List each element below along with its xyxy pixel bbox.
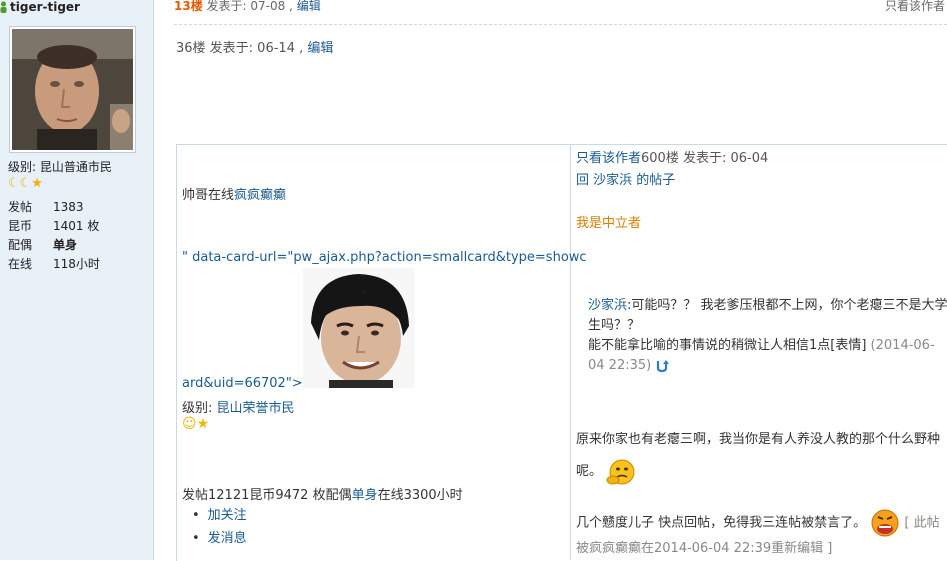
author-level: 级别: 昆山普通市民 — [8, 160, 112, 174]
user-link[interactable]: 疯疯癫癫 — [234, 188, 286, 203]
send-message-button[interactable]: 发消息 — [208, 531, 247, 546]
quoted-user-level: 级别: 昆山荣誉市民 — [182, 401, 295, 416]
reply-to-link[interactable]: 回 沙家浜 的帖子 — [576, 169, 675, 188]
follow-item: 加关注 — [192, 504, 247, 527]
level-smile-star-icons: ☺★ — [182, 416, 210, 432]
quote-block: 沙家浜:可能吗？？ 我老爹压根都不上网，你个老瘪三不是大学生吗？？ 能不能拿比喻… — [588, 298, 947, 373]
follow-button[interactable]: 加关注 — [208, 508, 247, 523]
floor-number[interactable]: 13楼 — [174, 0, 203, 13]
floor-36-header: 36楼 发表于: 06-14 , 编辑 — [176, 41, 334, 56]
user-photo[interactable] — [303, 268, 415, 388]
quoted-user-stats: 发帖12121昆币9472 枚配偶单身在线3300小时 — [182, 488, 463, 503]
online-status: 帅哥在线疯疯癫癫 — [182, 188, 287, 203]
broken-card-attr-end[interactable]: ard&uid=66702"> — [182, 376, 303, 391]
edit-link[interactable]: 编辑 — [297, 0, 321, 13]
stat-spouse: 配偶 单身 — [8, 238, 78, 252]
level-moon-star-icons: ☾☾★ — [8, 176, 43, 191]
author-username[interactable]: tiger-tiger — [10, 0, 80, 14]
jump-to-post-icon[interactable] — [655, 359, 670, 373]
post-divider — [174, 24, 947, 25]
only-author-link[interactable]: 只看该作者 — [885, 0, 945, 14]
angry-emoji-icon — [871, 509, 899, 537]
broken-card-attr[interactable]: " data-card-url="pw_ajax.php?action=smal… — [182, 250, 587, 265]
post-meta: 只看该作者600楼 发表于: 06-04 — [576, 151, 769, 166]
neutral-text: 我是中立者 — [576, 216, 642, 231]
author-sidebar: tiger-tiger 级别: 昆山普通市民 ☾☾★ 发帖 1383 昆币 140 — [0, 0, 154, 560]
reply-text: 几个戆度儿子 快点回帖，免得我三连帖被禁言了。 [ 此帖被疯疯癫癫在2014-0… — [576, 508, 947, 560]
thinking-emoji-icon — [606, 459, 635, 484]
spouse-link[interactable]: 单身 — [352, 488, 378, 503]
user-actions: 加关注 发消息 — [192, 504, 247, 550]
level-link[interactable]: 昆山荣誉市民 — [217, 401, 295, 416]
user-online-icon — [0, 1, 7, 13]
stat-coins: 昆币 1401 枚 — [8, 219, 100, 233]
reply-text: 原来你家也有老瘪三啊，我当你是有人养没人教的那个什么野种呢。 — [576, 424, 947, 488]
stat-online: 在线 118小时 — [8, 257, 100, 271]
avatar-portrait — [12, 29, 133, 150]
floor-13-header: 13楼 发表于: 07-08 , 编辑 — [174, 0, 321, 13]
author-avatar[interactable] — [9, 26, 136, 153]
only-author-link[interactable]: 只看该作者 — [576, 151, 641, 166]
table-column-divider — [570, 144, 571, 560]
quote-author-link[interactable]: 沙家浜 — [588, 298, 627, 313]
message-item: 发消息 — [192, 527, 247, 550]
edit-link[interactable]: 编辑 — [307, 41, 333, 56]
stat-posts: 发帖 1383 — [8, 200, 84, 214]
